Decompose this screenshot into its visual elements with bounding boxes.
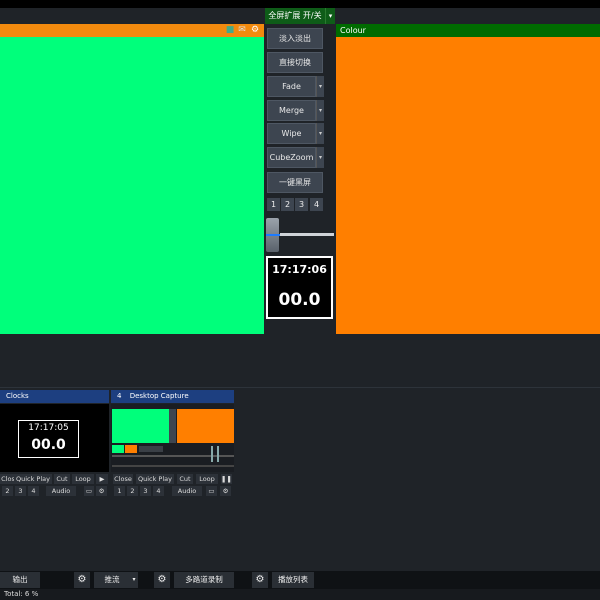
- gear-icon[interactable]: ⚙: [220, 486, 231, 496]
- top-bar: [0, 0, 600, 8]
- chevron-down-icon[interactable]: ▾: [325, 8, 335, 24]
- merge-button[interactable]: Merge: [267, 100, 316, 121]
- output-settings-gear-icon[interactable]: ⚙: [74, 572, 90, 588]
- stream-settings-gear-icon[interactable]: ⚙: [154, 572, 170, 588]
- record-settings-gear-icon[interactable]: ⚙: [252, 572, 268, 588]
- thumb-marker-1: [211, 446, 213, 462]
- fade-button[interactable]: Fade: [267, 76, 316, 97]
- thumb-bottom-line: [112, 465, 234, 467]
- fullscreen-toggle-button[interactable]: 全屏扩展 开/关: [265, 8, 325, 24]
- transition-1-button[interactable]: 1: [267, 198, 280, 211]
- monitor-icon[interactable]: ▭: [84, 486, 94, 496]
- thumb-output-panel: [177, 409, 234, 443]
- fade-in-out-button[interactable]: 淡入淡出: [267, 28, 323, 49]
- close-button[interactable]: Close: [113, 474, 133, 484]
- loop-button[interactable]: Loop: [72, 474, 94, 484]
- output-title: Colour: [340, 26, 366, 35]
- cut-input-button[interactable]: Cut: [177, 474, 193, 484]
- quick-play-button[interactable]: Quick Play: [14, 474, 52, 484]
- audio-button[interactable]: Audio: [46, 486, 76, 496]
- merge-dropdown-icon[interactable]: ▾: [316, 100, 324, 121]
- tbar-position-indicator: [266, 234, 280, 236]
- input-clock-countdown: 00.0: [31, 437, 66, 453]
- status-text: Total: 6 %: [4, 590, 39, 598]
- divider: [0, 387, 600, 388]
- overlay-1-button[interactable]: 1: [114, 486, 125, 496]
- input-header-desktop-capture[interactable]: 4 Desktop Capture: [111, 390, 234, 403]
- stream-dropdown-icon[interactable]: ▾: [130, 572, 138, 588]
- transition-2-button[interactable]: 2: [281, 198, 294, 211]
- playlist-button[interactable]: 播放列表: [272, 572, 314, 588]
- transition-4-button[interactable]: 4: [310, 198, 323, 211]
- thumb-button-column: [169, 409, 176, 443]
- gear-icon[interactable]: ⚙: [96, 486, 107, 496]
- transition-3-button[interactable]: 3: [295, 198, 308, 211]
- wipe-button[interactable]: Wipe: [267, 123, 316, 144]
- status-bar: Total: 6 %: [0, 589, 600, 600]
- thumb-input-orange: [125, 445, 137, 453]
- clock-time: 17:17:06: [272, 263, 327, 276]
- multi-record-button[interactable]: 多路道录制: [174, 572, 234, 588]
- input-title: Desktop Capture: [129, 392, 189, 400]
- thumb-controls-line: [112, 455, 234, 457]
- input-preview-desktop-capture[interactable]: [111, 404, 234, 472]
- input-clock-time: 17:17:05: [28, 423, 69, 433]
- mail-icon[interactable]: ✉: [237, 25, 247, 35]
- loop-button[interactable]: Loop: [196, 474, 218, 484]
- output-header: [336, 24, 600, 37]
- overlay-4-button[interactable]: 4: [28, 486, 39, 496]
- tbar-track[interactable]: [280, 233, 334, 236]
- thumb-input-green: [112, 445, 124, 453]
- overlay-3-button[interactable]: 3: [15, 486, 26, 496]
- overlay-2-button[interactable]: 2: [2, 486, 13, 496]
- fade-dropdown-icon[interactable]: ▾: [316, 76, 324, 97]
- monitor-icon[interactable]: ▭: [206, 486, 217, 496]
- cut-input-button[interactable]: Cut: [54, 474, 70, 484]
- color-swatch-icon[interactable]: ■: [225, 25, 235, 35]
- thumb-input-dark: [139, 446, 163, 452]
- overlay-2-button[interactable]: 2: [127, 486, 138, 496]
- preview-screen: [0, 37, 264, 334]
- cubezoom-dropdown-icon[interactable]: ▾: [316, 147, 324, 168]
- input-number: 4: [117, 392, 122, 400]
- play-icon[interactable]: ▶: [96, 474, 108, 484]
- wipe-dropdown-icon[interactable]: ▾: [316, 123, 324, 144]
- overlay-4-button[interactable]: 4: [153, 486, 164, 496]
- cubezoom-button[interactable]: CubeZoom: [267, 147, 316, 168]
- output-button[interactable]: 输出: [0, 572, 40, 588]
- pause-icon[interactable]: ❚❚: [221, 474, 232, 484]
- clock-countdown: 00.0: [278, 290, 321, 310]
- cut-button[interactable]: 直接切换: [267, 52, 323, 73]
- input-header-clocks[interactable]: Clocks: [0, 390, 109, 403]
- audio-button[interactable]: Audio: [172, 486, 202, 496]
- stream-button[interactable]: 推流: [94, 572, 130, 588]
- thumb-preview-panel: [112, 409, 169, 443]
- output-screen: [336, 37, 600, 334]
- overlay-3-button[interactable]: 3: [140, 486, 151, 496]
- black-screen-button[interactable]: 一键黑屏: [267, 172, 323, 193]
- input-title: Clocks: [6, 392, 29, 400]
- thumb-marker-2: [217, 446, 219, 462]
- quick-play-button[interactable]: Quick Play: [136, 474, 174, 484]
- gear-icon[interactable]: ⚙: [250, 25, 260, 35]
